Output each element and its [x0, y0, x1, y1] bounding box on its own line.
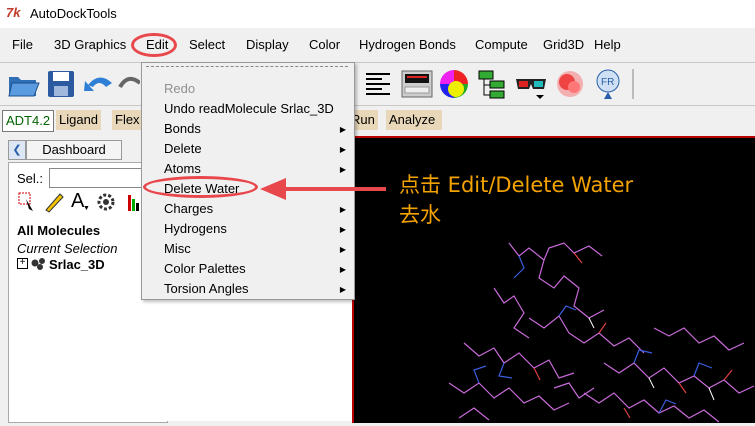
fr-icon[interactable]: FR — [591, 67, 625, 101]
open-folder-icon[interactable] — [6, 67, 40, 101]
menu-file[interactable]: File — [12, 37, 33, 52]
annotation-arrow-icon — [258, 176, 388, 205]
tab-ligand[interactable]: Ligand — [56, 110, 102, 130]
submenu-arrow-icon: ▶ — [339, 225, 346, 234]
submenu-arrow-icon: ▶ — [339, 205, 346, 214]
select-tool-icon[interactable] — [17, 191, 37, 213]
delete-water-highlight-oval — [143, 176, 258, 198]
title-bar: 7k AutoDockTools — [0, 0, 755, 28]
window-title: AutoDockTools — [30, 6, 117, 21]
menu-hydrogen-bonds[interactable]: Hydrogen Bonds — [359, 37, 456, 52]
tab-analyze[interactable]: Analyze — [386, 110, 442, 130]
molecule-hierarchy-icon[interactable] — [476, 67, 510, 101]
pencil-icon[interactable] — [43, 191, 65, 213]
collapse-arrow-icon[interactable]: ❮ — [8, 140, 26, 160]
annotation-line-2: 去水 — [399, 203, 441, 227]
molecule-tree-item[interactable]: Srlac_3D — [49, 257, 105, 272]
menu-item-atoms[interactable]: Atoms — [164, 161, 201, 176]
menu-compute[interactable]: Compute — [475, 37, 528, 52]
menu-select[interactable]: Select — [189, 37, 225, 52]
surface-icon[interactable] — [553, 67, 587, 101]
menu-3d-graphics[interactable]: 3D Graphics — [54, 37, 126, 52]
menu-grid3d[interactable]: Grid3D — [543, 37, 584, 52]
tab-adt42[interactable]: ADT4.2 — [2, 110, 55, 132]
color-bars-icon[interactable] — [127, 193, 141, 213]
display-panel-icon[interactable] — [400, 67, 434, 101]
color-wheel-icon[interactable] — [437, 67, 471, 101]
menu-item-torsion-angles[interactable]: Torsion Angles — [164, 281, 249, 296]
molecule-icon — [31, 257, 47, 271]
menu-item-color-palettes[interactable]: Color Palettes — [164, 261, 246, 276]
tab-row: ADT4.2 Ligand Flex Run Analyze — [0, 108, 755, 132]
menu-item-undo-readmolecule[interactable]: Undo readMolecule Srlac_3D — [164, 101, 334, 116]
dashboard-button[interactable]: Dashboard — [26, 140, 122, 160]
submenu-arrow-icon: ▶ — [339, 265, 346, 274]
undo-icon[interactable] — [82, 67, 116, 101]
current-selection-label: Current Selection — [17, 241, 118, 256]
menu-help[interactable]: Help — [594, 37, 621, 52]
annotation-text: 点击 Edit/Delete Water 去水 — [399, 170, 633, 230]
menu-display[interactable]: Display — [246, 37, 289, 52]
gear-icon[interactable] — [95, 191, 117, 213]
toolbar-separator — [632, 69, 634, 99]
svg-text:FR: FR — [601, 77, 614, 88]
3d-glasses-icon[interactable] — [514, 67, 548, 101]
menu-item-misc[interactable]: Misc — [164, 241, 191, 256]
atom-label-dropdown-icon[interactable]: ▼ — [83, 205, 90, 212]
menu-color[interactable]: Color — [309, 37, 340, 52]
submenu-arrow-icon: ▶ — [339, 165, 346, 174]
menu-item-delete[interactable]: Delete — [164, 141, 202, 156]
toolbar: FR — [0, 62, 755, 106]
submenu-arrow-icon: ▶ — [339, 145, 346, 154]
text-list-icon[interactable] — [362, 67, 396, 101]
expand-icon[interactable]: + — [17, 258, 28, 269]
menu-item-bonds[interactable]: Bonds — [164, 121, 201, 136]
redo-icon[interactable] — [118, 67, 142, 101]
menu-item-charges[interactable]: Charges — [164, 201, 213, 216]
submenu-arrow-icon: ▶ — [339, 285, 346, 294]
menu-bar: File 3D Graphics Edit Select Display Col… — [4, 32, 755, 58]
annotation-line-1: 点击 Edit/Delete Water — [399, 173, 634, 197]
tearoff-line[interactable] — [146, 66, 348, 67]
all-molecules-heading: All Molecules — [17, 223, 101, 238]
edit-highlight-oval — [131, 33, 177, 57]
tab-flex[interactable]: Flex — [112, 110, 144, 130]
app-icon: 7k — [6, 5, 21, 20]
menu-item-redo[interactable]: Redo — [164, 81, 195, 96]
menu-item-hydrogens[interactable]: Hydrogens — [164, 221, 227, 236]
save-icon[interactable] — [44, 67, 78, 101]
sel-label: Sel.: — [17, 171, 44, 186]
submenu-arrow-icon: ▶ — [339, 125, 346, 134]
submenu-arrow-icon: ▶ — [339, 245, 346, 254]
